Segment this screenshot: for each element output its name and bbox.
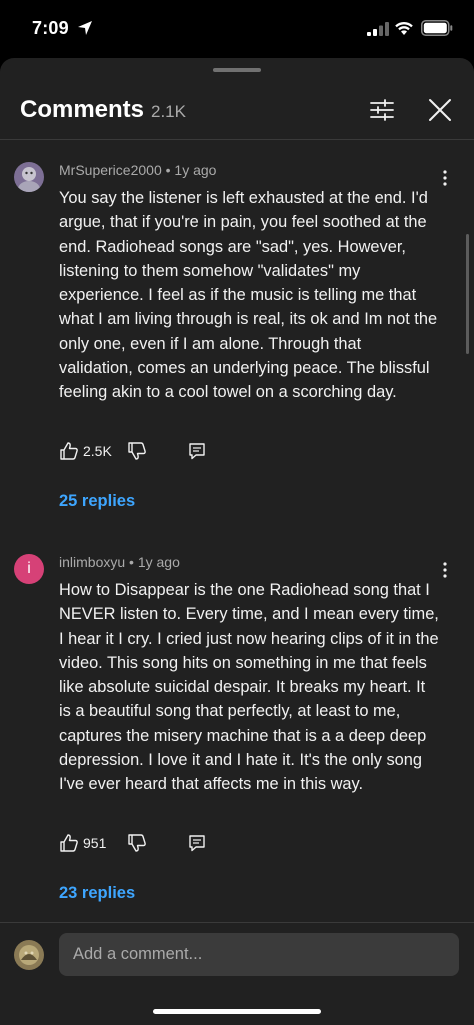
thumbs-up-icon[interactable] — [59, 441, 79, 461]
scrollbar[interactable] — [466, 234, 469, 354]
comments-sheet: Comments 2.1K MrSuperice2000 • 1y ago Yo… — [0, 58, 474, 1025]
comment-actions: 951 — [59, 833, 259, 857]
view-replies-button[interactable]: 23 replies — [59, 884, 135, 903]
home-indicator — [153, 1009, 321, 1014]
comments-header: Comments 2.1K — [0, 82, 474, 140]
more-vertical-icon[interactable] — [440, 168, 450, 188]
avatar-photo-icon — [14, 162, 44, 192]
comments-count: 2.1K — [151, 102, 186, 121]
meta-separator: • — [165, 162, 171, 178]
avatar[interactable] — [14, 162, 44, 192]
comments-title: Comments — [20, 96, 145, 123]
battery-icon — [421, 20, 453, 36]
more-vertical-icon[interactable] — [440, 560, 450, 580]
avatar[interactable]: i — [14, 554, 44, 584]
status-time: 7:09 — [32, 18, 69, 38]
location-arrow-icon — [78, 21, 92, 35]
thumbs-down-icon[interactable] — [127, 833, 147, 853]
comment-meta: inlimboxyu • 1y ago — [59, 554, 180, 570]
comment-age: 1y ago — [137, 554, 180, 570]
comment-meta: MrSuperice2000 • 1y ago — [59, 162, 216, 178]
reply-comment-icon[interactable] — [187, 441, 207, 461]
comment-age: 1y ago — [174, 162, 217, 178]
thumbs-up-icon[interactable] — [59, 833, 79, 853]
comment-author[interactable]: MrSuperice2000 — [59, 162, 162, 178]
comment-actions: 2.5K — [59, 441, 259, 465]
like-count: 951 — [83, 835, 107, 851]
comment-text: How to Disappear is the one Radiohead so… — [59, 581, 439, 794]
like-count: 2.5K — [83, 443, 112, 459]
current-user-avatar — [14, 940, 44, 970]
avatar-letter: i — [27, 560, 31, 577]
composer-divider — [0, 922, 474, 923]
drag-handle[interactable] — [213, 68, 261, 72]
add-comment-input[interactable] — [59, 933, 459, 976]
comment-item: i inlimboxyu • 1y ago How to Disappear i… — [0, 554, 474, 914]
view-replies-button[interactable]: 25 replies — [59, 492, 135, 511]
filter-sliders-icon[interactable] — [368, 96, 396, 124]
wifi-icon — [395, 21, 413, 35]
reply-comment-icon[interactable] — [187, 833, 207, 853]
meta-separator: • — [129, 554, 134, 570]
cellular-signal-icon — [367, 22, 389, 36]
comment-item: MrSuperice2000 • 1y ago You say the list… — [0, 162, 474, 522]
close-icon[interactable] — [426, 96, 454, 124]
header-divider — [0, 139, 474, 140]
user-avatar-photo-icon — [14, 940, 44, 970]
thumbs-down-icon[interactable] — [127, 441, 147, 461]
status-bar: 7:09 — [0, 0, 474, 58]
comment-author[interactable]: inlimboxyu — [59, 554, 125, 570]
comment-text: You say the listener is left exhausted a… — [59, 189, 438, 402]
